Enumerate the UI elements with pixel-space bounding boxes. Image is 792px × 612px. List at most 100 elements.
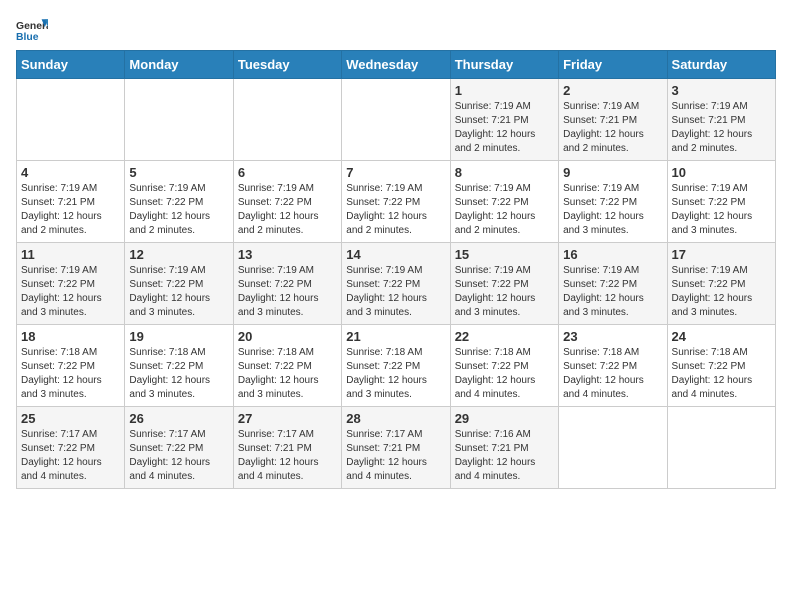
day-number: 19 [129,329,228,344]
calendar-header: SundayMondayTuesdayWednesdayThursdayFrid… [17,51,776,79]
calendar-cell: 9 Sunrise: 7:19 AM Sunset: 7:22 PM Daylig… [559,161,667,243]
calendar-cell: 14 Sunrise: 7:19 AM Sunset: 7:22 PM Dayli… [342,243,450,325]
day-number: 25 [21,411,120,426]
day-info: Sunrise: 7:19 AM Sunset: 7:21 PM Dayligh… [563,100,662,156]
calendar-cell: 21 Sunrise: 7:18 AM Sunset: 7:22 PM Dayli… [342,325,450,407]
calendar-cell: 23Sunrise: 7:18 AM Sunset: 7:22 PM Dayli… [559,325,667,407]
day-number: 3 [672,83,771,98]
calendar-week-3: 11Sunrise: 7:19 AM Sunset: 7:22 PM Dayli… [17,243,776,325]
day-number: 27 [238,411,337,426]
svg-text:Blue: Blue [16,32,39,43]
header-day-monday: Monday [125,51,233,79]
calendar-cell: 7 Sunrise: 7:19 AM Sunset: 7:22 PM Daylig… [342,161,450,243]
day-info: Sunrise: 7:18 AM Sunset: 7:22 PM Dayligh… [21,346,120,402]
header-day-sunday: Sunday [17,51,125,79]
day-number: 2 [563,83,662,98]
day-number: 7 [346,165,445,180]
day-info: Sunrise: 7:19 AM Sunset: 7:22 PM Dayligh… [346,182,445,238]
day-info: Sunrise: 7:19 AM Sunset: 7:22 PM Dayligh… [455,182,554,238]
day-info: Sunrise: 7:19 AM Sunset: 7:22 PM Dayligh… [672,182,771,238]
calendar-cell: 1 Sunrise: 7:19 AM Sunset: 7:21 PM Daylig… [450,79,558,161]
day-info: Sunrise: 7:17 AM Sunset: 7:22 PM Dayligh… [129,428,228,484]
calendar-cell [667,407,775,489]
calendar-cell: 12 Sunrise: 7:19 AM Sunset: 7:22 PM Dayli… [125,243,233,325]
calendar-cell: 13 Sunrise: 7:19 AM Sunset: 7:22 PM Dayli… [233,243,341,325]
calendar-cell: 10 Sunrise: 7:19 AM Sunset: 7:22 PM Dayli… [667,161,775,243]
day-number: 22 [455,329,554,344]
logo: General Blue [16,16,50,44]
day-number: 29 [455,411,554,426]
day-info: Sunrise: 7:18 AM Sunset: 7:22 PM Dayligh… [238,346,337,402]
calendar-cell: 19 Sunrise: 7:18 AM Sunset: 7:22 PM Dayli… [125,325,233,407]
day-info: Sunrise: 7:17 AM Sunset: 7:22 PM Dayligh… [21,428,120,484]
day-info: Sunrise: 7:19 AM Sunset: 7:21 PM Dayligh… [21,182,120,238]
day-number: 28 [346,411,445,426]
calendar-cell: 17 Sunrise: 7:19 AM Sunset: 7:22 PM Dayli… [667,243,775,325]
day-info: Sunrise: 7:19 AM Sunset: 7:22 PM Dayligh… [21,264,120,320]
day-info: Sunrise: 7:19 AM Sunset: 7:22 PM Dayligh… [238,264,337,320]
calendar-cell: 15 Sunrise: 7:19 AM Sunset: 7:22 PM Dayli… [450,243,558,325]
calendar-cell [125,79,233,161]
calendar-cell: 18 Sunrise: 7:18 AM Sunset: 7:22 PM Dayli… [17,325,125,407]
day-info: Sunrise: 7:19 AM Sunset: 7:22 PM Dayligh… [563,264,662,320]
day-number: 8 [455,165,554,180]
calendar-cell: 29 Sunrise: 7:16 AM Sunset: 7:21 PM Dayli… [450,407,558,489]
day-number: 16 [563,247,662,262]
calendar-cell: 8 Sunrise: 7:19 AM Sunset: 7:22 PM Daylig… [450,161,558,243]
day-info: Sunrise: 7:18 AM Sunset: 7:22 PM Dayligh… [346,346,445,402]
header-day-tuesday: Tuesday [233,51,341,79]
day-number: 23 [563,329,662,344]
day-number: 21 [346,329,445,344]
day-number: 14 [346,247,445,262]
calendar-cell: 5Sunrise: 7:19 AM Sunset: 7:22 PM Daylig… [125,161,233,243]
day-number: 9 [563,165,662,180]
day-info: Sunrise: 7:18 AM Sunset: 7:22 PM Dayligh… [672,346,771,402]
day-number: 20 [238,329,337,344]
header-day-wednesday: Wednesday [342,51,450,79]
calendar-table: SundayMondayTuesdayWednesdayThursdayFrid… [16,50,776,489]
day-info: Sunrise: 7:19 AM Sunset: 7:22 PM Dayligh… [346,264,445,320]
day-number: 4 [21,165,120,180]
header-day-saturday: Saturday [667,51,775,79]
day-info: Sunrise: 7:18 AM Sunset: 7:22 PM Dayligh… [455,346,554,402]
calendar-body: 1 Sunrise: 7:19 AM Sunset: 7:21 PM Daylig… [17,79,776,489]
calendar-cell: 4 Sunrise: 7:19 AM Sunset: 7:21 PM Daylig… [17,161,125,243]
day-info: Sunrise: 7:19 AM Sunset: 7:22 PM Dayligh… [238,182,337,238]
day-info: Sunrise: 7:17 AM Sunset: 7:21 PM Dayligh… [346,428,445,484]
day-info: Sunrise: 7:19 AM Sunset: 7:21 PM Dayligh… [455,100,554,156]
calendar-cell: 25 Sunrise: 7:17 AM Sunset: 7:22 PM Dayli… [17,407,125,489]
day-info: Sunrise: 7:16 AM Sunset: 7:21 PM Dayligh… [455,428,554,484]
day-number: 26 [129,411,228,426]
day-info: Sunrise: 7:19 AM Sunset: 7:22 PM Dayligh… [455,264,554,320]
calendar-cell: 11Sunrise: 7:19 AM Sunset: 7:22 PM Dayli… [17,243,125,325]
calendar-week-2: 4 Sunrise: 7:19 AM Sunset: 7:21 PM Daylig… [17,161,776,243]
calendar-cell: 16 Sunrise: 7:19 AM Sunset: 7:22 PM Dayli… [559,243,667,325]
calendar-cell: 20 Sunrise: 7:18 AM Sunset: 7:22 PM Dayli… [233,325,341,407]
header-row: SundayMondayTuesdayWednesdayThursdayFrid… [17,51,776,79]
day-number: 1 [455,83,554,98]
day-info: Sunrise: 7:18 AM Sunset: 7:22 PM Dayligh… [129,346,228,402]
day-number: 18 [21,329,120,344]
header-day-thursday: Thursday [450,51,558,79]
day-number: 6 [238,165,337,180]
day-info: Sunrise: 7:19 AM Sunset: 7:21 PM Dayligh… [672,100,771,156]
day-info: Sunrise: 7:19 AM Sunset: 7:22 PM Dayligh… [563,182,662,238]
calendar-cell: 27Sunrise: 7:17 AM Sunset: 7:21 PM Dayli… [233,407,341,489]
day-number: 10 [672,165,771,180]
calendar-cell: 2 Sunrise: 7:19 AM Sunset: 7:21 PM Daylig… [559,79,667,161]
day-info: Sunrise: 7:19 AM Sunset: 7:22 PM Dayligh… [129,264,228,320]
calendar-cell [559,407,667,489]
calendar-cell [342,79,450,161]
calendar-week-5: 25 Sunrise: 7:17 AM Sunset: 7:22 PM Dayli… [17,407,776,489]
day-number: 24 [672,329,771,344]
calendar-cell: 24 Sunrise: 7:18 AM Sunset: 7:22 PM Dayli… [667,325,775,407]
calendar-cell: 6 Sunrise: 7:19 AM Sunset: 7:22 PM Daylig… [233,161,341,243]
day-number: 15 [455,247,554,262]
calendar-cell: 3 Sunrise: 7:19 AM Sunset: 7:21 PM Daylig… [667,79,775,161]
day-number: 12 [129,247,228,262]
day-info: Sunrise: 7:19 AM Sunset: 7:22 PM Dayligh… [672,264,771,320]
header-day-friday: Friday [559,51,667,79]
day-number: 13 [238,247,337,262]
calendar-cell [17,79,125,161]
day-number: 17 [672,247,771,262]
